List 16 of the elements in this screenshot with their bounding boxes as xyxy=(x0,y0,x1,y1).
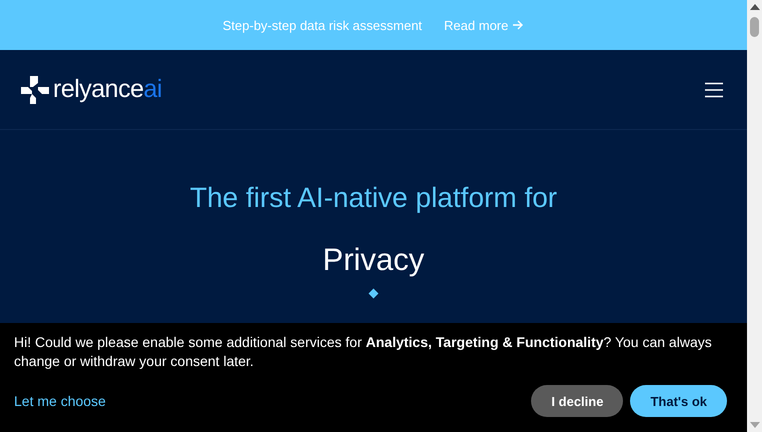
logo-text[interactable]: relyanceai xyxy=(53,75,162,104)
menu-icon xyxy=(705,82,723,98)
hero-rotating-word: Privacy xyxy=(322,241,424,279)
announcement-text: Step-by-step data risk assessment xyxy=(222,18,422,32)
scroll-down-icon[interactable] xyxy=(750,422,760,428)
logo-icon xyxy=(20,74,50,104)
let-me-choose-link[interactable]: Let me choose xyxy=(14,393,106,409)
scroll-up-icon[interactable] xyxy=(750,4,760,10)
scrollbar[interactable] xyxy=(747,0,762,432)
hero-title: The first AI-native platform for xyxy=(190,181,558,215)
menu-button[interactable] xyxy=(703,80,725,100)
arrow-right-icon xyxy=(512,19,524,31)
cookie-message: Hi! Could we please enable some additional services for Analytics, Targeting & Functionality? You can always change or withdraw your consent later. xyxy=(14,333,713,371)
accept-button[interactable]: That's ok xyxy=(630,385,727,417)
scrollbar-thumb[interactable] xyxy=(750,17,759,37)
decline-button[interactable]: I decline xyxy=(531,385,624,417)
